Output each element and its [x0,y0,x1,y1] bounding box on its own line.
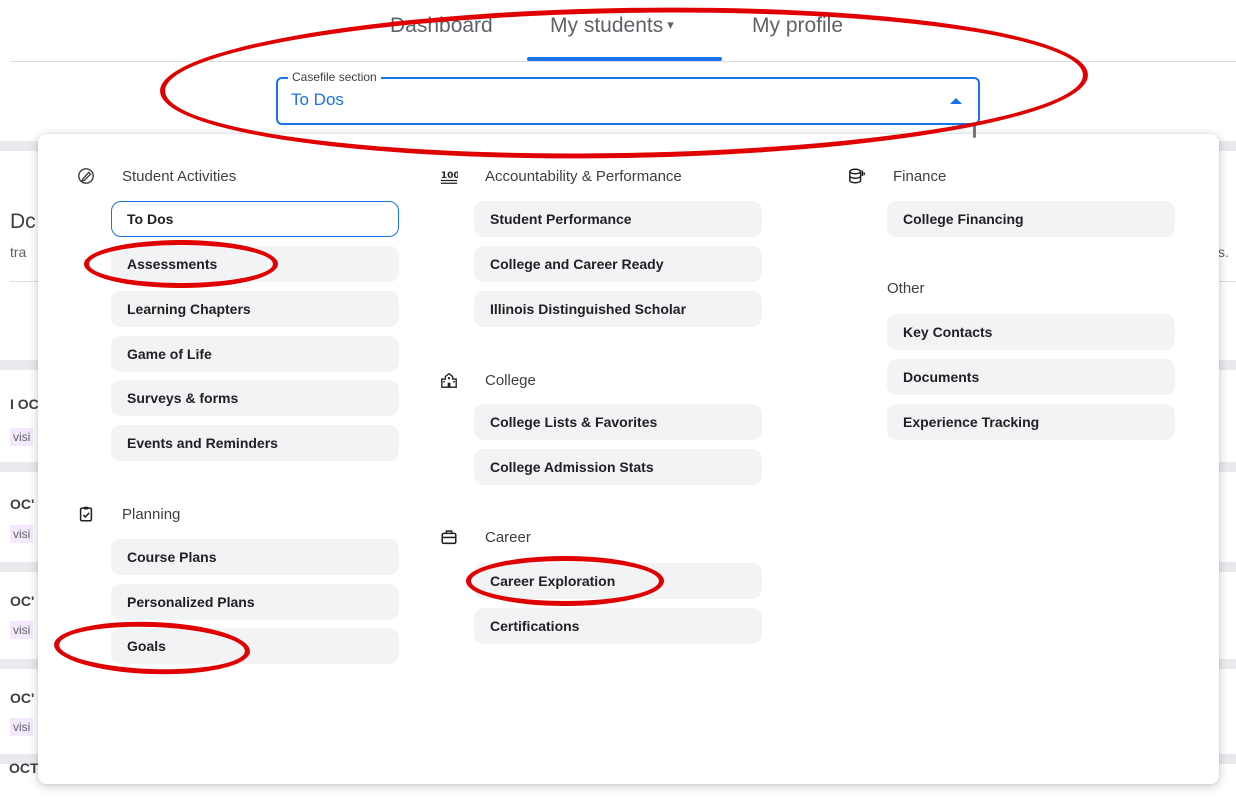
group-title: Planning [122,505,181,523]
scroll-indicator[interactable] [973,124,976,138]
group-header-other: Other [887,280,925,297]
clipboard-check-icon [76,504,96,524]
menu-item-game-of-life[interactable]: Game of Life [111,336,399,372]
casefile-section-value: To Dos [291,90,344,109]
menu-item-college-admission-stats[interactable]: College Admission Stats [474,449,762,485]
top-nav: Dashboard My students ▾ My profile [0,0,1236,62]
group-title: Accountability & Performance [485,167,682,185]
background-row-date: OC' [10,593,35,609]
nav-divider [10,61,1236,62]
casefile-section-label: Casefile section [288,70,381,84]
background-row-tag: visi [10,621,34,639]
menu-item-goals[interactable]: Goals [111,628,399,664]
nav-tab-my-students[interactable]: My students ▾ [550,14,674,38]
menu-item-certifications[interactable]: Certifications [474,608,762,644]
group-header-career: Career [439,527,531,547]
background-row-tag: visi [10,718,34,736]
menu-item-personalized-plans[interactable]: Personalized Plans [111,584,399,620]
nav-tab-dashboard[interactable]: Dashboard [390,14,493,38]
menu-item-student-performance[interactable]: Student Performance [474,201,762,237]
casefile-section-select[interactable]: Casefile section To Dos [276,70,980,125]
score-100-icon: 100 [439,166,459,186]
menu-item-to-dos[interactable]: To Dos [111,201,399,237]
pen-circle-icon [76,166,96,186]
nav-tab-my-profile[interactable]: My profile [752,14,843,38]
group-title: Student Activities [122,167,237,185]
menu-item-assessments[interactable]: Assessments [111,246,399,282]
background-page-title: Dc [10,210,36,233]
menu-item-events-reminders[interactable]: Events and Reminders [111,425,399,461]
menu-item-career-exploration[interactable]: Career Exploration [474,563,762,599]
group-header-finance: Finance [847,166,946,186]
briefcase-icon [439,527,459,547]
svg-text:100: 100 [441,171,458,181]
group-header-college: College [439,370,536,390]
background-row-date: I OC [10,396,39,412]
menu-item-course-plans[interactable]: Course Plans [111,539,399,575]
coins-icon [847,166,867,186]
group-title: College [485,371,536,389]
menu-item-college-lists-favorites[interactable]: College Lists & Favorites [474,404,762,440]
menu-item-learning-chapters[interactable]: Learning Chapters [111,291,399,327]
background-right-text: s. [1218,244,1229,260]
menu-item-college-financing[interactable]: College Financing [887,201,1175,237]
background-row-tag: visi [10,525,34,543]
group-header-accountability: 100 Accountability & Performance [439,166,682,186]
menu-item-key-contacts[interactable]: Key Contacts [887,314,1175,350]
group-title: Finance [893,167,947,185]
background-row-date: OC' [10,496,35,512]
school-building-icon [439,370,459,390]
menu-item-surveys-forms[interactable]: Surveys & forms [111,380,399,416]
group-title: Career [485,528,531,546]
menu-item-experience-tracking[interactable]: Experience Tracking [887,404,1175,440]
casefile-dropdown-panel: Student Activities To Dos Assessments Le… [38,124,1219,784]
background-row-date: OC' [10,690,35,706]
background-row-tag: visi [10,428,34,446]
group-header-planning: Planning [76,504,180,524]
group-title: Other [887,280,925,297]
caret-down-icon: ▾ [667,17,674,32]
group-header-student-activities: Student Activities [76,166,236,186]
menu-item-documents[interactable]: Documents [887,359,1175,395]
menu-item-illinois-distinguished-scholar[interactable]: Illinois Distinguished Scholar [474,291,762,327]
nav-tab-label: My students [550,14,664,37]
arrow-up-icon [950,98,962,104]
background-page-subtitle: tra [10,244,27,260]
menu-item-college-career-ready[interactable]: College and Career Ready [474,246,762,282]
